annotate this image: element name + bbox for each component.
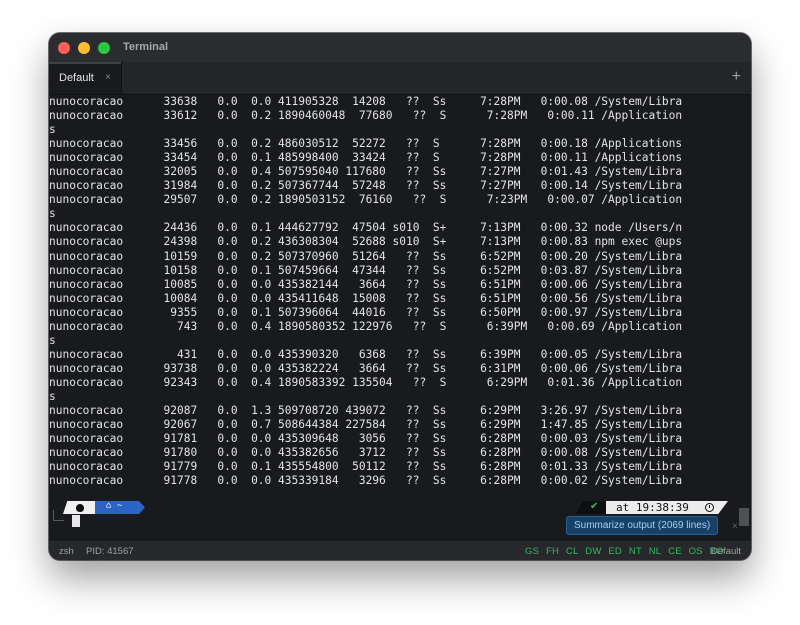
status-flags: GS FH CL DW ED NT NL CE OS BO (525, 546, 728, 557)
output-line: nunocoracao 93738 0.0 0.0 435382224 3664… (49, 361, 683, 375)
output-line: s (49, 389, 56, 403)
terminal-output[interactable]: nunocoracao 33638 0.0 0.0 411905328 1420… (49, 95, 751, 515)
output-line: nunocoracao 743 0.0 0.4 1890580352 12297… (49, 319, 683, 333)
tab-bar: Default × + (49, 62, 751, 95)
checkmark-icon: ✔ (590, 501, 599, 512)
output-line: nunocoracao 92087 0.0 1.3 509708720 4390… (49, 404, 683, 418)
summarize-output-button[interactable]: Summarize output (2069 lines) (566, 516, 719, 535)
output-line: nunocoracao 10085 0.0 0.0 435382144 3664… (49, 277, 683, 291)
output-line: nunocoracao 33638 0.0 0.0 411905328 1420… (49, 95, 683, 108)
text-cursor (72, 515, 80, 527)
flag-ed[interactable]: ED (608, 546, 622, 557)
clock-icon (705, 503, 714, 512)
output-line: nunocoracao 9355 0.0 0.1 507396064 44016… (49, 305, 683, 319)
directory-segment: ⌂ ~ (95, 501, 145, 514)
os-segment (63, 501, 99, 514)
tab-label: Default (59, 72, 94, 84)
output-line: nunocoracao 24436 0.0 0.1 444627792 4750… (49, 221, 683, 235)
command-input[interactable]: Summarize output (2069 lines) × (49, 510, 751, 541)
new-tab-plus-icon[interactable]: + (732, 68, 741, 86)
tab-accent (49, 62, 121, 64)
scrollbar-thumb[interactable] (739, 508, 749, 526)
shell-name: zsh (59, 546, 74, 557)
time-segment: at 19:38:39 (606, 501, 728, 514)
output-line: nunocoracao 91780 0.0 0.0 435382656 3712… (49, 446, 683, 460)
output-line: nunocoracao 10159 0.0 0.2 507370960 5126… (49, 249, 683, 263)
terminal-window: Terminal Default × + nunocoracao 33638 0… (49, 33, 751, 560)
output-line: nunocoracao 33456 0.0 0.2 486030512 5227… (49, 137, 683, 151)
title-bar: Terminal (49, 33, 751, 62)
window-title: Terminal (123, 41, 169, 53)
tab-default[interactable]: Default × (49, 62, 122, 94)
directory-label: ~ (116, 501, 123, 511)
prompt-bar: ⌂ ~ ✔ at 19:38:39 (49, 499, 751, 515)
input-mark (53, 510, 64, 521)
minimize-window-button[interactable] (78, 42, 90, 54)
dismiss-close-icon[interactable]: × (732, 521, 738, 532)
flag-ce[interactable]: CE (668, 546, 682, 557)
flag-cl[interactable]: CL (566, 546, 579, 557)
output-line: nunocoracao 31984 0.0 0.2 507367744 5724… (49, 179, 683, 193)
flag-dw[interactable]: DW (585, 546, 601, 557)
home-icon: ⌂ ~ (106, 501, 123, 511)
output-line: nunocoracao 92343 0.0 0.4 1890583392 135… (49, 375, 683, 389)
process-id: PID: 41567 (86, 546, 134, 557)
prompt-time: at 19:38:39 (616, 501, 689, 514)
output-line: s (49, 333, 56, 347)
close-window-button[interactable] (58, 42, 70, 54)
flag-fh[interactable]: FH (546, 546, 559, 557)
output-line: s (49, 207, 56, 221)
output-line: nunocoracao 10158 0.0 0.1 507459664 4734… (49, 263, 683, 277)
output-line: nunocoracao 91778 0.0 0.0 435339184 3296… (49, 474, 683, 488)
profile-name[interactable]: Default (711, 546, 741, 557)
status-bar: zsh PID: 41567 GS FH CL DW ED NT NL CE O… (49, 541, 751, 560)
output-line: nunocoracao 10084 0.0 0.0 435411648 1500… (49, 291, 683, 305)
apple-icon (76, 504, 84, 512)
output-line: s (49, 123, 56, 137)
output-line: nunocoracao 33612 0.0 0.2 1890460048 776… (49, 109, 683, 123)
output-line: nunocoracao 91779 0.0 0.1 435554800 5011… (49, 460, 683, 474)
flag-gs[interactable]: GS (525, 546, 539, 557)
output-line: nunocoracao 32005 0.0 0.4 507595040 1176… (49, 165, 683, 179)
output-line: nunocoracao 431 0.0 0.0 435390320 6368 ?… (49, 347, 683, 361)
flag-os[interactable]: OS (689, 546, 703, 557)
zoom-window-button[interactable] (98, 42, 110, 54)
flag-nl[interactable]: NL (649, 546, 662, 557)
tab-close-icon[interactable]: × (105, 72, 111, 83)
output-line: nunocoracao 92067 0.0 0.7 508644384 2275… (49, 418, 683, 432)
output-line: nunocoracao 29507 0.0 0.2 1890503152 761… (49, 193, 683, 207)
output-line: nunocoracao 24398 0.0 0.2 436308304 5268… (49, 235, 683, 249)
flag-nt[interactable]: NT (629, 546, 642, 557)
output-line: nunocoracao 33454 0.0 0.1 485998400 3342… (49, 151, 683, 165)
output-line: nunocoracao 91781 0.0 0.0 435309648 3056… (49, 432, 683, 446)
